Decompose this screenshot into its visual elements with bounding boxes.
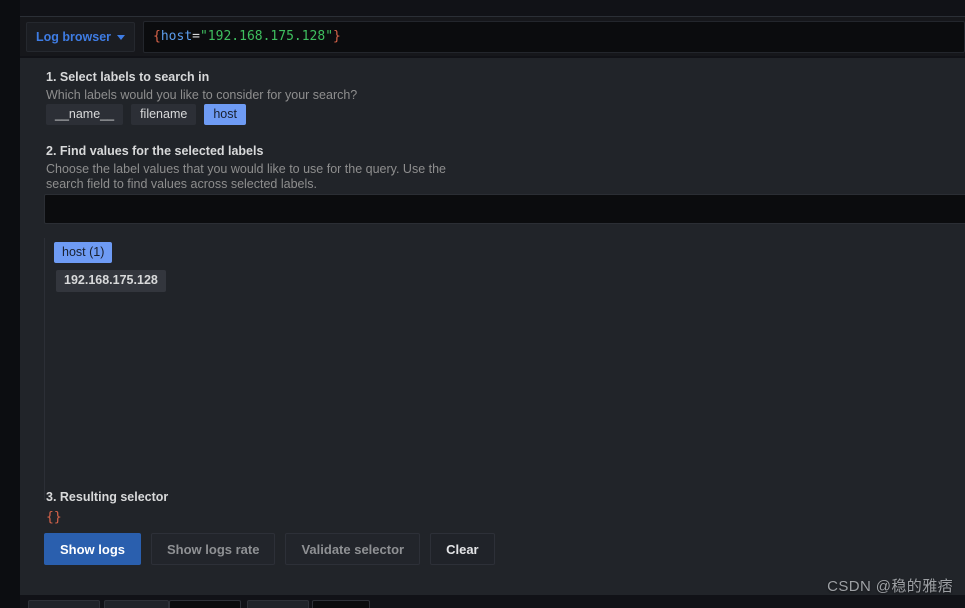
log-browser-toggle[interactable]: Log browser — [26, 21, 136, 52]
label-chip-name[interactable]: __name__ — [46, 104, 124, 125]
label-chip-filename[interactable]: filename — [131, 104, 197, 125]
query-label-name: host — [160, 29, 193, 44]
cutoff-control-4[interactable] — [247, 600, 309, 608]
show-logs-button[interactable]: Show logs — [44, 533, 141, 565]
action-button-row: Show logs Show logs rate Validate select… — [44, 533, 495, 565]
value-column-host: host (1) 192.168.175.128 — [44, 238, 214, 500]
chevron-down-icon — [117, 35, 126, 40]
section-find-values: 2. Find values for the selected labels C… — [46, 144, 482, 192]
section-resulting-selector: 3. Resulting selector — [46, 490, 168, 504]
label-chip-row: __name__ filename host — [46, 104, 246, 125]
section2-description: Choose the label values that you would l… — [46, 162, 447, 191]
left-gutter — [0, 0, 20, 608]
query-close-brace: } — [333, 29, 341, 44]
value-column-header[interactable]: host (1) — [54, 242, 113, 263]
log-browser-panel: 1. Select labels to search in Which labe… — [20, 58, 965, 583]
section2-title: 2. Find values for the selected labels — [46, 144, 264, 158]
section3-title: 3. Resulting selector — [46, 490, 169, 504]
query-expression-input[interactable]: {host = "192.168.175.128"} — [143, 20, 965, 53]
cutoff-control-2[interactable] — [104, 600, 169, 608]
label-values-area: host (1) 192.168.175.128 — [44, 238, 954, 500]
value-list: 192.168.175.128 — [50, 270, 214, 292]
section1-title: 1. Select labels to search in — [46, 70, 210, 84]
query-operator: = — [192, 29, 200, 44]
value-search-field[interactable] — [44, 194, 965, 224]
panel-bottom-edge — [20, 583, 965, 595]
validate-selector-button[interactable]: Validate selector — [285, 533, 421, 565]
cutoff-control-1[interactable] — [28, 600, 100, 608]
log-browser-label: Log browser — [36, 29, 112, 44]
bottom-left-gutter — [0, 583, 20, 608]
section-select-labels: 1. Select labels to search in Which labe… — [46, 70, 357, 103]
cutoff-control-5[interactable] — [312, 600, 370, 608]
selector-text: {} — [46, 510, 62, 525]
loki-log-browser-screen: Log browser {host = "192.168.175.128"} 1. … — [0, 0, 965, 608]
label-chip-host[interactable]: host — [204, 104, 246, 125]
query-label-value: "192.168.175.128" — [199, 29, 334, 44]
bottom-cutoff-strip — [0, 583, 965, 608]
value-search-input[interactable] — [45, 195, 965, 223]
query-open-brace: { — [153, 29, 161, 44]
value-item[interactable]: 192.168.175.128 — [56, 270, 166, 292]
resulting-selector-output: {} — [46, 510, 62, 525]
section1-description: Which labels would you like to consider … — [46, 88, 358, 102]
query-row: Log browser {host = "192.168.175.128"} — [20, 16, 965, 56]
show-logs-rate-button[interactable]: Show logs rate — [151, 533, 276, 565]
cutoff-control-3[interactable] — [169, 600, 241, 608]
clear-button[interactable]: Clear — [430, 533, 495, 565]
